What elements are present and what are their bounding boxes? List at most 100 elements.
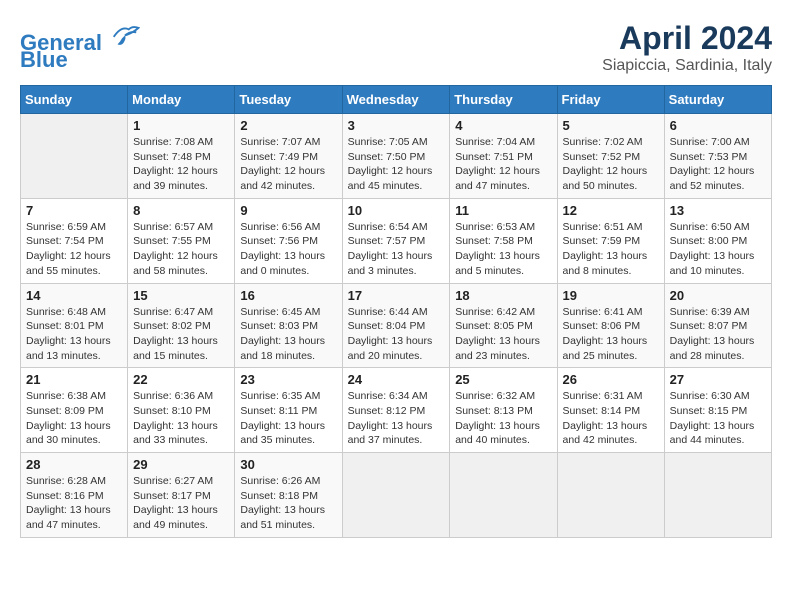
day-number: 30 [240, 457, 336, 472]
day-number: 25 [455, 372, 551, 387]
day-info: Sunrise: 6:34 AM Sunset: 8:12 PM Dayligh… [348, 389, 445, 448]
calendar-cell: 27Sunrise: 6:30 AM Sunset: 8:15 PM Dayli… [664, 368, 771, 453]
day-number: 18 [455, 288, 551, 303]
day-info: Sunrise: 6:35 AM Sunset: 8:11 PM Dayligh… [240, 389, 336, 448]
day-info: Sunrise: 6:39 AM Sunset: 8:07 PM Dayligh… [670, 305, 766, 364]
day-info: Sunrise: 6:27 AM Sunset: 8:17 PM Dayligh… [133, 474, 229, 533]
calendar-cell: 1 Sunrise: 7:08 AM Sunset: 7:48 PM Daylig… [128, 114, 235, 199]
day-info: Sunrise: 6:53 AM Sunset: 7:58 PM Dayligh… [455, 220, 551, 279]
calendar-cell: 21 Sunrise: 6:38 AM Sunset: 8:09 PM Dayli… [21, 368, 128, 453]
day-number: 1 [133, 118, 229, 133]
day-number: 24 [348, 372, 445, 387]
day-info: Sunrise: 6:51 AM Sunset: 7:59 PM Dayligh… [563, 220, 659, 279]
calendar-cell: 8 Sunrise: 6:57 AM Sunset: 7:55 PM Daylig… [128, 198, 235, 283]
day-info: Sunrise: 6:57 AM Sunset: 7:55 PM Dayligh… [133, 220, 229, 279]
weekday-header-friday: Friday [557, 86, 664, 114]
calendar-cell: 5 Sunrise: 7:02 AM Sunset: 7:52 PM Daylig… [557, 114, 664, 199]
day-number: 23 [240, 372, 336, 387]
calendar-cell: 19 Sunrise: 6:41 AM Sunset: 8:06 PM Dayli… [557, 283, 664, 368]
day-number: 10 [348, 203, 445, 218]
day-info: Sunrise: 6:41 AM Sunset: 8:06 PM Dayligh… [563, 305, 659, 364]
calendar-cell: 28 Sunrise: 6:28 AM Sunset: 8:16 PM Dayli… [21, 453, 128, 538]
day-number: 17 [348, 288, 445, 303]
calendar-cell [342, 453, 450, 538]
calendar-week-row: 7 Sunrise: 6:59 AM Sunset: 7:54 PM Daylig… [21, 198, 772, 283]
day-number: 9 [240, 203, 336, 218]
calendar-cell: 4 Sunrise: 7:04 AM Sunset: 7:51 PM Daylig… [450, 114, 557, 199]
calendar-cell: 2 Sunrise: 7:07 AM Sunset: 7:49 PM Daylig… [235, 114, 342, 199]
calendar-cell: 25 Sunrise: 6:32 AM Sunset: 8:13 PM Dayli… [450, 368, 557, 453]
day-number: 19 [563, 288, 659, 303]
day-number: 6 [670, 118, 766, 133]
day-info: Sunrise: 7:02 AM Sunset: 7:52 PM Dayligh… [563, 135, 659, 194]
day-number: 20 [670, 288, 766, 303]
calendar-cell: 15 Sunrise: 6:47 AM Sunset: 8:02 PM Dayli… [128, 283, 235, 368]
calendar-cell [664, 453, 771, 538]
calendar-cell: 14 Sunrise: 6:48 AM Sunset: 8:01 PM Dayli… [21, 283, 128, 368]
day-number: 28 [26, 457, 122, 472]
calendar-cell: 7 Sunrise: 6:59 AM Sunset: 7:54 PM Daylig… [21, 198, 128, 283]
calendar-cell: 9Sunrise: 6:56 AM Sunset: 7:56 PM Daylig… [235, 198, 342, 283]
day-number: 22 [133, 372, 229, 387]
day-info: Sunrise: 6:45 AM Sunset: 8:03 PM Dayligh… [240, 305, 336, 364]
day-info: Sunrise: 6:59 AM Sunset: 7:54 PM Dayligh… [26, 220, 122, 279]
day-info: Sunrise: 7:05 AM Sunset: 7:50 PM Dayligh… [348, 135, 445, 194]
calendar-cell: 10 Sunrise: 6:54 AM Sunset: 7:57 PM Dayli… [342, 198, 450, 283]
calendar-cell: 18 Sunrise: 6:42 AM Sunset: 8:05 PM Dayli… [450, 283, 557, 368]
day-info: Sunrise: 6:48 AM Sunset: 8:01 PM Dayligh… [26, 305, 122, 364]
day-number: 13 [670, 203, 766, 218]
day-number: 2 [240, 118, 336, 133]
calendar-cell: 16 Sunrise: 6:45 AM Sunset: 8:03 PM Dayli… [235, 283, 342, 368]
calendar-week-row: 28 Sunrise: 6:28 AM Sunset: 8:16 PM Dayli… [21, 453, 772, 538]
day-number: 27 [670, 372, 766, 387]
calendar-cell: 26Sunrise: 6:31 AM Sunset: 8:14 PM Dayli… [557, 368, 664, 453]
day-number: 5 [563, 118, 659, 133]
day-info: Sunrise: 7:07 AM Sunset: 7:49 PM Dayligh… [240, 135, 336, 194]
weekday-header-sunday: Sunday [21, 86, 128, 114]
weekday-header-monday: Monday [128, 86, 235, 114]
day-info: Sunrise: 6:28 AM Sunset: 8:16 PM Dayligh… [26, 474, 122, 533]
calendar-cell: 22Sunrise: 6:36 AM Sunset: 8:10 PM Dayli… [128, 368, 235, 453]
title-area: April 2024 Siapiccia, Sardinia, Italy [602, 20, 772, 75]
calendar-cell: 13 Sunrise: 6:50 AM Sunset: 8:00 PM Dayli… [664, 198, 771, 283]
calendar-week-row: 14 Sunrise: 6:48 AM Sunset: 8:01 PM Dayli… [21, 283, 772, 368]
weekday-header-saturday: Saturday [664, 86, 771, 114]
calendar-cell [557, 453, 664, 538]
day-number: 7 [26, 203, 122, 218]
location-subtitle: Siapiccia, Sardinia, Italy [602, 57, 772, 75]
calendar-cell: 17 Sunrise: 6:44 AM Sunset: 8:04 PM Dayli… [342, 283, 450, 368]
calendar-cell: 23 Sunrise: 6:35 AM Sunset: 8:11 PM Dayli… [235, 368, 342, 453]
day-number: 14 [26, 288, 122, 303]
calendar-cell [450, 453, 557, 538]
calendar-cell: 29 Sunrise: 6:27 AM Sunset: 8:17 PM Dayli… [128, 453, 235, 538]
day-info: Sunrise: 6:32 AM Sunset: 8:13 PM Dayligh… [455, 389, 551, 448]
day-number: 8 [133, 203, 229, 218]
day-number: 4 [455, 118, 551, 133]
day-info: Sunrise: 6:26 AM Sunset: 8:18 PM Dayligh… [240, 474, 336, 533]
day-info: Sunrise: 6:44 AM Sunset: 8:04 PM Dayligh… [348, 305, 445, 364]
calendar-cell: 3 Sunrise: 7:05 AM Sunset: 7:50 PM Daylig… [342, 114, 450, 199]
day-info: Sunrise: 6:50 AM Sunset: 8:00 PM Dayligh… [670, 220, 766, 279]
calendar-cell: 24 Sunrise: 6:34 AM Sunset: 8:12 PM Dayli… [342, 368, 450, 453]
day-info: Sunrise: 6:54 AM Sunset: 7:57 PM Dayligh… [348, 220, 445, 279]
weekday-header-tuesday: Tuesday [235, 86, 342, 114]
day-number: 21 [26, 372, 122, 387]
day-number: 3 [348, 118, 445, 133]
day-info: Sunrise: 7:00 AM Sunset: 7:53 PM Dayligh… [670, 135, 766, 194]
day-number: 29 [133, 457, 229, 472]
day-info: Sunrise: 6:42 AM Sunset: 8:05 PM Dayligh… [455, 305, 551, 364]
day-info: Sunrise: 6:47 AM Sunset: 8:02 PM Dayligh… [133, 305, 229, 364]
day-info: Sunrise: 7:04 AM Sunset: 7:51 PM Dayligh… [455, 135, 551, 194]
logo: General Blue [20, 20, 140, 73]
calendar-cell [21, 114, 128, 199]
day-info: Sunrise: 7:08 AM Sunset: 7:48 PM Dayligh… [133, 135, 229, 194]
day-number: 15 [133, 288, 229, 303]
calendar-cell: 30 Sunrise: 6:26 AM Sunset: 8:18 PM Dayli… [235, 453, 342, 538]
calendar-cell: 20 Sunrise: 6:39 AM Sunset: 8:07 PM Dayli… [664, 283, 771, 368]
day-number: 11 [455, 203, 551, 218]
calendar-week-row: 21 Sunrise: 6:38 AM Sunset: 8:09 PM Dayli… [21, 368, 772, 453]
day-info: Sunrise: 6:38 AM Sunset: 8:09 PM Dayligh… [26, 389, 122, 448]
calendar-week-row: 1 Sunrise: 7:08 AM Sunset: 7:48 PM Daylig… [21, 114, 772, 199]
day-number: 16 [240, 288, 336, 303]
calendar-cell: 11 Sunrise: 6:53 AM Sunset: 7:58 PM Dayli… [450, 198, 557, 283]
